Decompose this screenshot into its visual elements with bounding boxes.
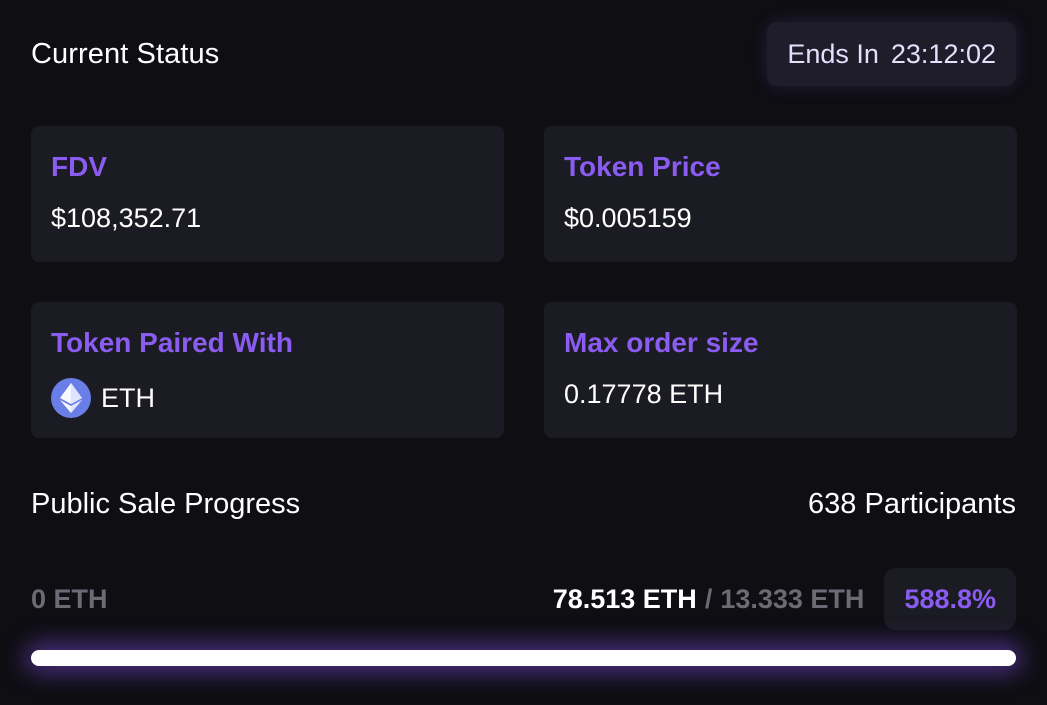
current-status-title: Current Status: [31, 37, 220, 70]
amount-summary: 78.513 ETH / 13.333 ETH 588.8%: [553, 568, 1016, 630]
sale-status-panel: Current Status Ends In 23:12:02 FDV $108…: [0, 0, 1047, 705]
max-order-value: 0.17778 ETH: [564, 379, 724, 409]
paired-token-value-row: ETH: [51, 378, 484, 418]
token-price-value: $0.005159: [564, 203, 692, 233]
sale-progress-title: Public Sale Progress: [31, 487, 301, 520]
participants-count: 638 Participants: [808, 487, 1016, 520]
min-amount: 0 ETH: [31, 583, 108, 614]
paired-token-card: Token Paired With ETH: [31, 302, 504, 438]
paired-token-label: Token Paired With: [51, 327, 293, 358]
fdv-value: $108,352.71: [51, 203, 202, 233]
countdown-badge: Ends In 23:12:02: [767, 22, 1016, 86]
max-order-card: Max order size 0.17778 ETH: [544, 302, 1017, 438]
countdown-value: 23:12:02: [890, 38, 996, 69]
sale-progress-fill: [31, 650, 1016, 666]
paired-token-value: ETH: [101, 383, 155, 413]
percent-badge: 588.8%: [884, 568, 1016, 630]
max-order-label: Max order size: [564, 327, 759, 358]
fdv-card: FDV $108,352.71: [31, 126, 504, 262]
countdown-label: Ends In: [787, 38, 879, 69]
target-amount: 13.333 ETH: [720, 583, 865, 614]
token-price-card: Token Price $0.005159: [544, 126, 1017, 262]
raised-amount: 78.513 ETH: [552, 583, 697, 614]
fdv-label: FDV: [51, 151, 107, 182]
sale-amount-row: 0 ETH 78.513 ETH / 13.333 ETH 588.8%: [31, 568, 1016, 630]
status-header: Current Status Ends In 23:12:02: [31, 22, 1016, 86]
sale-progress-bar: [31, 650, 1016, 666]
eth-icon: [51, 378, 91, 418]
amount-separator: /: [704, 583, 713, 614]
sale-progress-header: Public Sale Progress 638 Participants: [31, 484, 1016, 524]
token-price-label: Token Price: [564, 151, 721, 182]
